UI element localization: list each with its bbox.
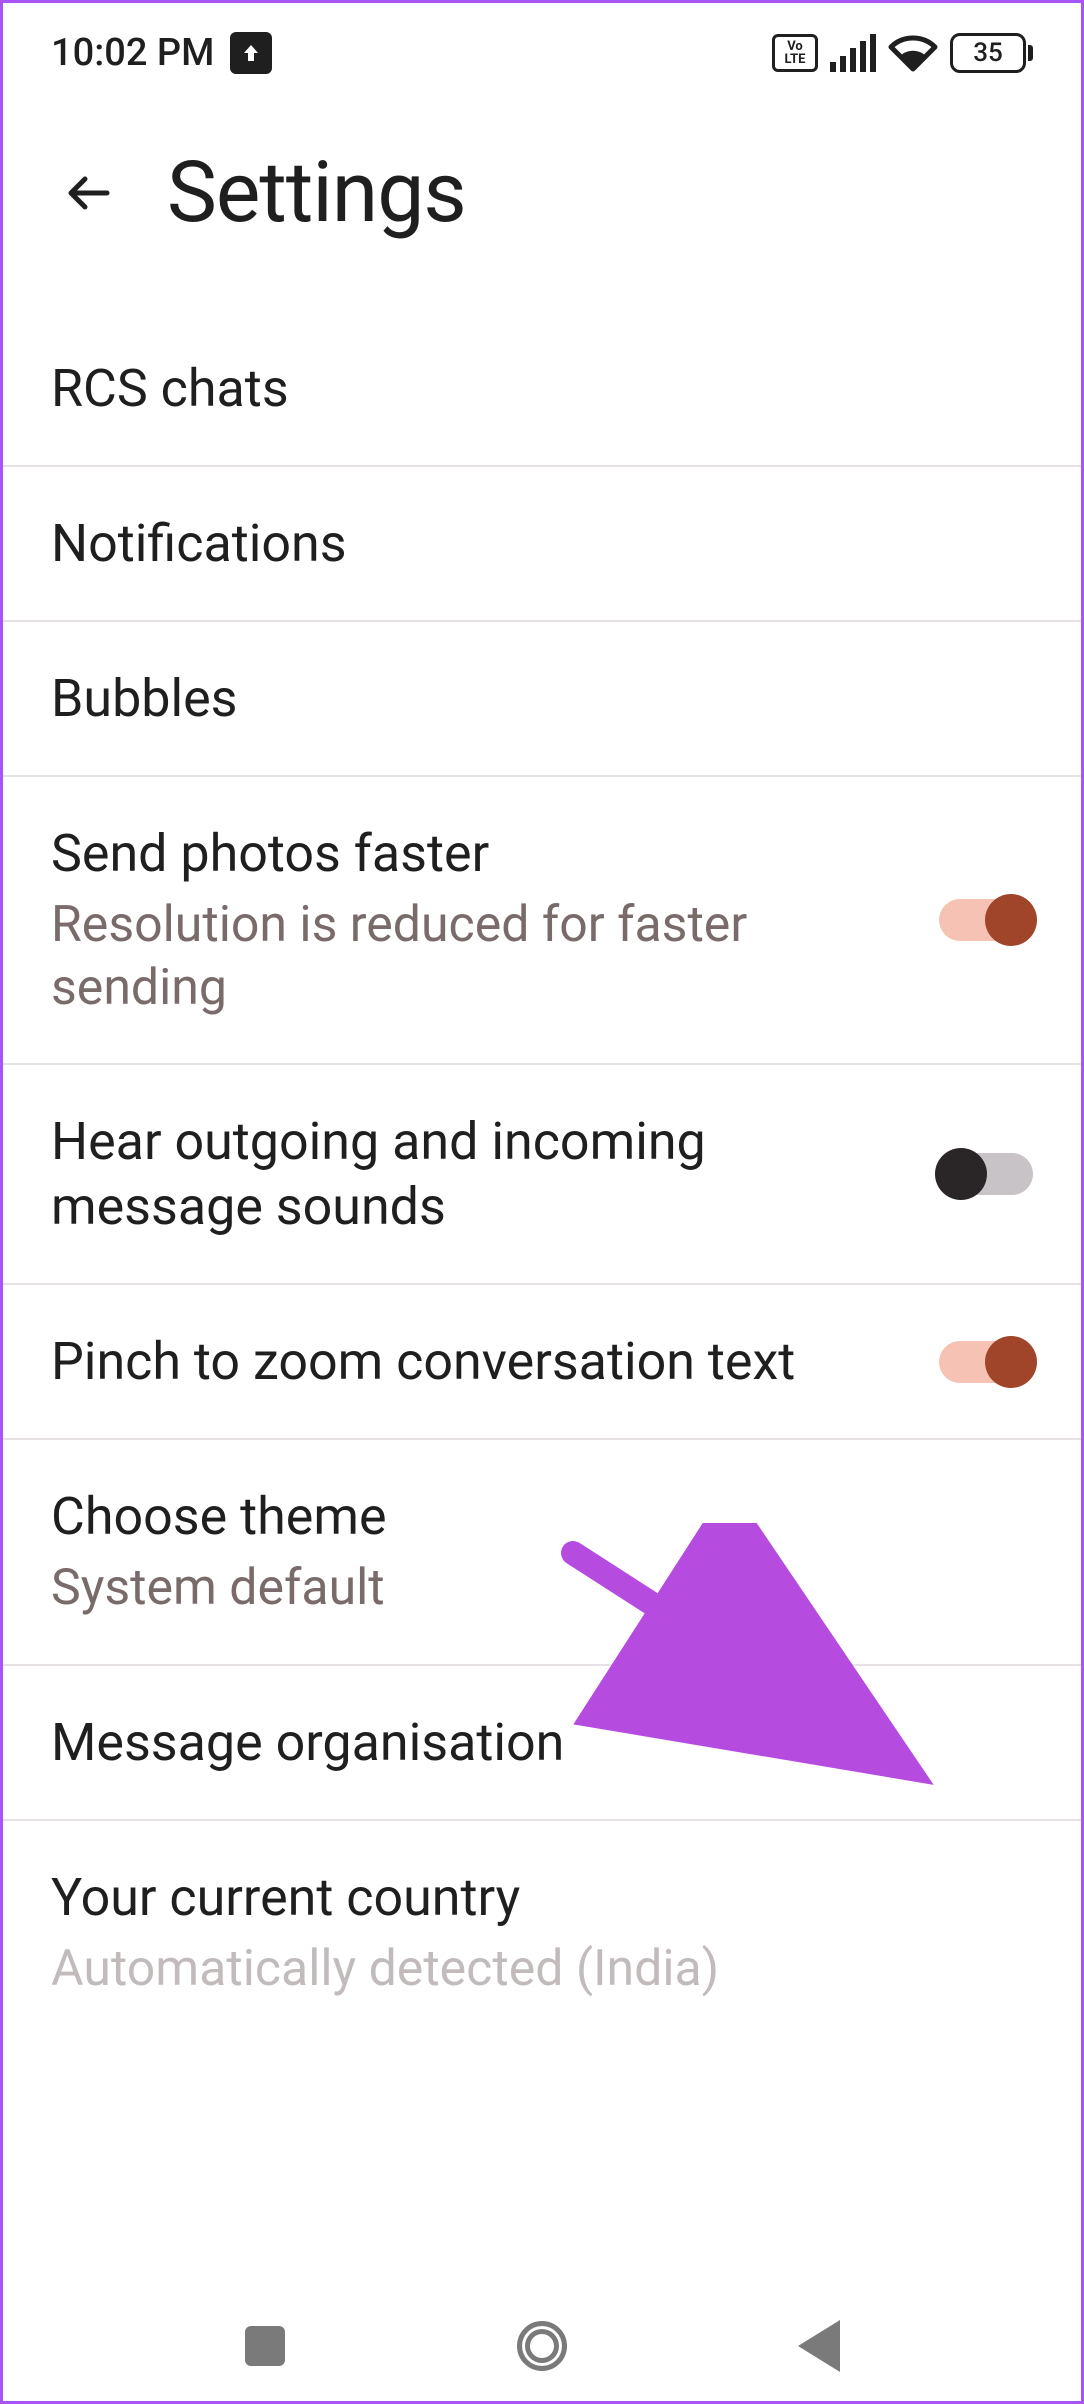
settings-list: RCS chats Notifications Bubbles Send pho… [3, 312, 1081, 2044]
status-time: 10:02 PM [51, 31, 214, 75]
toggle-message-sounds[interactable] [939, 1153, 1033, 1195]
status-bar: 10:02 PM VoLTE 35 [3, 3, 1081, 95]
status-bar-left: 10:02 PM [51, 31, 272, 75]
item-desc: System default [51, 1557, 1003, 1620]
nav-back-button[interactable] [784, 2311, 854, 2381]
battery-icon: 35 [950, 33, 1033, 73]
navigation-bar [6, 2291, 1078, 2401]
signal-icon [830, 34, 876, 72]
item-title: Choose theme [51, 1484, 1003, 1549]
item-title: Bubbles [51, 666, 1003, 731]
settings-item-choose-theme[interactable]: Choose theme System default [3, 1440, 1081, 1666]
settings-item-current-country[interactable]: Your current country Automatically detec… [3, 1821, 1081, 2045]
toggle-pinch-zoom[interactable] [939, 1341, 1033, 1383]
toggle-send-photos-faster[interactable] [939, 899, 1033, 941]
upload-indicator-icon [230, 32, 272, 74]
wifi-icon [888, 33, 938, 73]
item-title: Pinch to zoom conversation text [51, 1329, 909, 1394]
square-icon [245, 2326, 285, 2366]
settings-item-send-photos-faster[interactable]: Send photos faster Resolution is reduced… [3, 777, 1081, 1065]
settings-item-notifications[interactable]: Notifications [3, 467, 1081, 622]
settings-item-message-organisation[interactable]: Message organisation [3, 1666, 1081, 1821]
triangle-icon [798, 2320, 840, 2372]
arrow-left-icon [61, 165, 117, 221]
item-title: Message organisation [51, 1710, 1003, 1775]
app-header: Settings [3, 95, 1081, 312]
status-bar-right: VoLTE 35 [772, 33, 1033, 73]
circle-icon [517, 2321, 567, 2371]
battery-level: 35 [973, 38, 1003, 68]
item-desc: Automatically detected (India) [51, 1938, 1003, 2001]
nav-home-button[interactable] [507, 2311, 577, 2381]
volte-icon: VoLTE [772, 34, 818, 72]
item-title: Your current country [51, 1865, 1003, 1930]
settings-item-bubbles[interactable]: Bubbles [3, 622, 1081, 777]
item-title: Hear outgoing and incoming message sound… [51, 1109, 909, 1239]
back-button[interactable] [59, 163, 119, 223]
settings-item-rcs-chats[interactable]: RCS chats [3, 312, 1081, 467]
item-title: RCS chats [51, 356, 1003, 421]
nav-recents-button[interactable] [230, 2311, 300, 2381]
item-title: Send photos faster [51, 821, 909, 886]
settings-item-pinch-zoom[interactable]: Pinch to zoom conversation text [3, 1285, 1081, 1440]
item-title: Notifications [51, 511, 1003, 576]
settings-item-message-sounds[interactable]: Hear outgoing and incoming message sound… [3, 1065, 1081, 1285]
item-desc: Resolution is reduced for faster sending [51, 894, 909, 1019]
page-title: Settings [167, 143, 466, 242]
